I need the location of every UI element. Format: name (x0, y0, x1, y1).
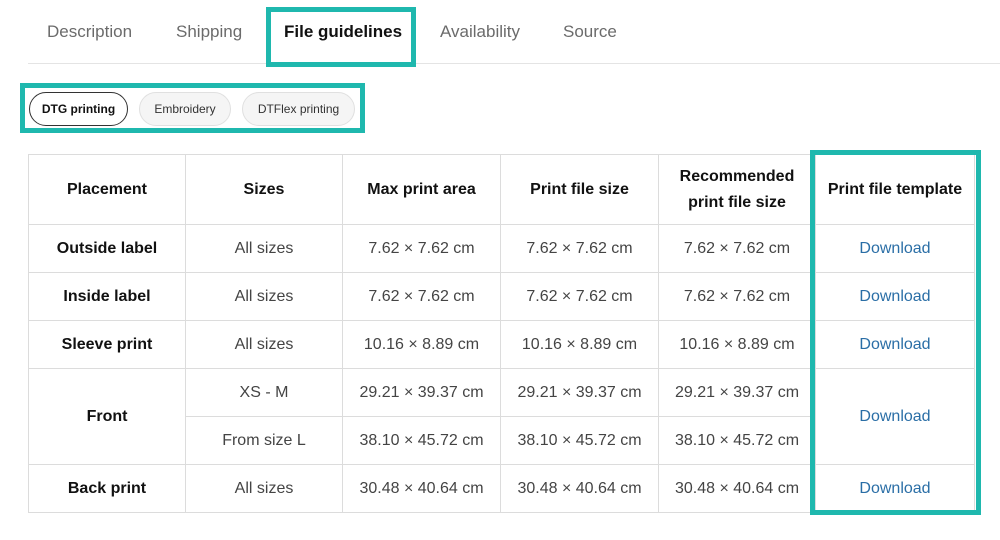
recommended-size-cell: 30.48 × 40.64 cm (658, 464, 816, 513)
max-print-area-cell: 38.10 × 45.72 cm (342, 416, 501, 465)
placement-cell: Front (28, 368, 186, 465)
download-link[interactable]: Download (815, 320, 975, 369)
max-print-area-cell: 7.62 × 7.62 cm (342, 272, 501, 321)
recommended-size-cell: 7.62 × 7.62 cm (658, 272, 816, 321)
placement-cell: Back print (28, 464, 186, 513)
print-file-size-cell: 38.10 × 45.72 cm (500, 416, 659, 465)
print-file-size-cell: 7.62 × 7.62 cm (500, 272, 659, 321)
sizes-cell: All sizes (185, 272, 343, 321)
pill-embroidery[interactable]: Embroidery (139, 92, 231, 126)
recommended-size-cell: 10.16 × 8.89 cm (658, 320, 816, 369)
pill-dtflex-printing[interactable]: DTFlex printing (242, 92, 355, 126)
header-print-file-template: Print file template (815, 154, 975, 225)
placement-cell: Outside label (28, 224, 186, 273)
header-placement: Placement (28, 154, 186, 225)
print-file-size-cell: 10.16 × 8.89 cm (500, 320, 659, 369)
download-link[interactable]: Download (815, 224, 975, 273)
recommended-size-cell: 7.62 × 7.62 cm (658, 224, 816, 273)
download-link[interactable]: Download (815, 368, 975, 465)
max-print-area-cell: 30.48 × 40.64 cm (342, 464, 501, 513)
sizes-cell: All sizes (185, 464, 343, 513)
placement-cell: Sleeve print (28, 320, 186, 369)
max-print-area-cell: 7.62 × 7.62 cm (342, 224, 501, 273)
product-tabs: Description Shipping File guidelines Ava… (28, 0, 1000, 64)
header-recommended-print-file-size: Recommended print file size (658, 154, 816, 225)
print-file-size-cell: 7.62 × 7.62 cm (500, 224, 659, 273)
max-print-area-cell: 29.21 × 39.37 cm (342, 368, 501, 417)
table-header-row: Placement Sizes Max print area Print fil… (28, 154, 975, 225)
header-max-print-area: Max print area (342, 154, 501, 225)
table-row: Outside label All sizes 7.62 × 7.62 cm 7… (28, 224, 975, 273)
download-link[interactable]: Download (815, 272, 975, 321)
sizes-cell: XS - M (185, 368, 343, 417)
tab-shipping[interactable]: Shipping (176, 22, 242, 42)
sizes-cell: All sizes (185, 224, 343, 273)
recommended-size-cell: 29.21 × 39.37 cm (658, 368, 816, 417)
download-link[interactable]: Download (815, 464, 975, 513)
file-guidelines-table: Placement Sizes Max print area Print fil… (28, 154, 975, 513)
table-row: Sleeve print All sizes 10.16 × 8.89 cm 1… (28, 320, 975, 369)
header-print-file-size: Print file size (500, 154, 659, 225)
tab-source[interactable]: Source (563, 22, 617, 42)
print-file-size-cell: 29.21 × 39.37 cm (500, 368, 659, 417)
header-sizes: Sizes (185, 154, 343, 225)
sizes-cell: From size L (185, 416, 343, 465)
tab-availability[interactable]: Availability (440, 22, 520, 42)
sizes-cell: All sizes (185, 320, 343, 369)
active-tab-highlight (266, 7, 416, 67)
max-print-area-cell: 10.16 × 8.89 cm (342, 320, 501, 369)
table-row: Inside label All sizes 7.62 × 7.62 cm 7.… (28, 272, 975, 321)
placement-cell: Inside label (28, 272, 186, 321)
table-row: Front XS - M 29.21 × 39.37 cm 29.21 × 39… (28, 368, 975, 465)
pill-dtg-printing[interactable]: DTG printing (29, 92, 128, 126)
recommended-size-cell: 38.10 × 45.72 cm (658, 416, 816, 465)
print-file-size-cell: 30.48 × 40.64 cm (500, 464, 659, 513)
table-row: Back print All sizes 30.48 × 40.64 cm 30… (28, 464, 975, 513)
tab-description[interactable]: Description (47, 22, 132, 42)
